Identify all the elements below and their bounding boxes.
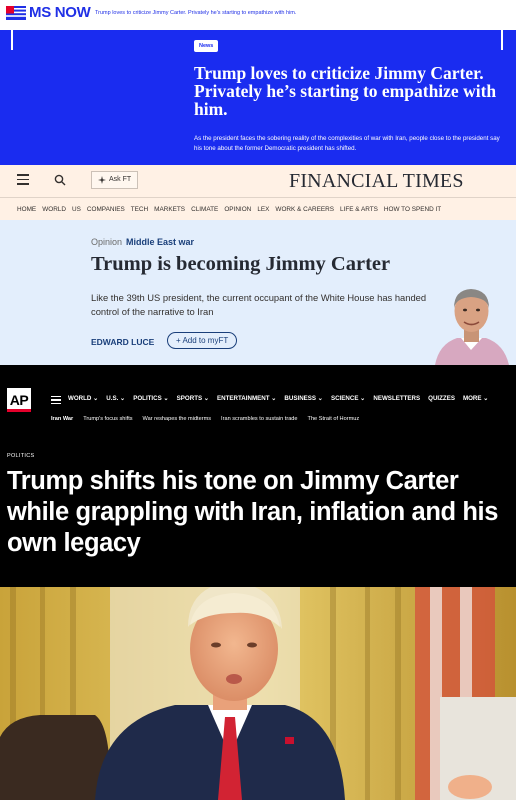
ft-nav-item-opinion[interactable]: OPINION	[224, 206, 251, 213]
msnow-logo[interactable]: MS NOW	[6, 4, 91, 21]
search-icon[interactable]	[54, 174, 66, 186]
ap-logo-accent	[7, 409, 31, 412]
portrait-illustration	[0, 587, 516, 800]
ap-topic-link[interactable]: The Strait of Hormuz	[308, 416, 360, 422]
ap-main-nav: WORLD ⌄ U.S. ⌄ POLITICS ⌄ SPORTS ⌄ ENTERTAIN…	[68, 395, 488, 402]
ap-nav-item-entertainment[interactable]: ENTERTAINMENT ⌄	[217, 395, 276, 402]
ap-topic-link[interactable]: Iran War	[51, 416, 73, 422]
ap-nav-item-politics[interactable]: POLITICS ⌄	[133, 395, 168, 402]
ft-article-card: Ask FT FINANCIAL TIMES HOME WORLD US COMPAN…	[0, 165, 516, 365]
ft-main-nav: HOME WORLD US COMPANIES TECH MARKETS CLIMATE OP…	[17, 206, 441, 213]
sparkle-icon	[98, 176, 106, 184]
hamburger-icon[interactable]	[51, 396, 61, 406]
msnow-logo-text: MS NOW	[29, 4, 91, 21]
ap-section-label[interactable]: POLITICS	[7, 453, 34, 459]
ap-topic-link[interactable]: Iran scrambles to sustain trade	[221, 416, 297, 422]
ask-ft-button[interactable]: Ask FT	[91, 171, 139, 189]
author-headshot	[427, 278, 516, 365]
ft-author-link[interactable]: EDWARD LUCE	[91, 337, 154, 347]
msnow-headline[interactable]: Trump loves to criticize Jimmy Carter. P…	[194, 64, 509, 118]
ft-headline[interactable]: Trump is becoming Jimmy Carter	[91, 253, 390, 276]
msnow-header-bar: MS NOW Trump loves to criticize Jimmy Ca…	[0, 0, 516, 30]
ft-masthead[interactable]: FINANCIAL TIMES	[289, 170, 464, 193]
divider	[501, 30, 503, 50]
ft-opinion-hero: Opinion Middle East war Trump is becoming…	[0, 220, 516, 365]
ap-nav-item-u-s[interactable]: U.S. ⌄	[106, 395, 125, 402]
msnow-hero: News Trump loves to criticize Jimmy Cart…	[0, 30, 516, 165]
ap-topic-nav: Iran War Trump's focus shifts War reshapes…	[51, 416, 359, 422]
ft-nav-item-lex[interactable]: LEX	[257, 206, 269, 213]
ft-standfirst: Like the 39th US president, the current …	[91, 292, 427, 317]
msnow-dek: As the president faces the sobering real…	[194, 135, 500, 152]
ft-nav-item-work-careers[interactable]: WORK & CAREERS	[275, 206, 334, 213]
ft-kicker: Opinion Middle East war	[91, 237, 194, 247]
ap-nav-item-quizzes[interactable]: QUIZZES	[428, 395, 455, 402]
msnow-article-card: MS NOW Trump loves to criticize Jimmy Ca…	[0, 0, 516, 165]
ap-nav-item-world[interactable]: WORLD ⌄	[68, 395, 98, 402]
ap-logo[interactable]: AP	[7, 388, 31, 412]
ft-nav-item-climate[interactable]: CLIMATE	[191, 206, 218, 213]
ap-nav-item-business[interactable]: BUSINESS ⌄	[284, 395, 323, 402]
ft-nav-item-markets[interactable]: MARKETS	[154, 206, 185, 213]
ap-headline[interactable]: Trump shifts his tone on Jimmy Carter wh…	[7, 466, 512, 559]
portrait-photo	[0, 587, 516, 800]
ft-header: Ask FT FINANCIAL TIMES HOME WORLD US COMPAN…	[0, 165, 516, 220]
ft-nav-item-tech[interactable]: TECH	[131, 206, 148, 213]
news-badge: News	[194, 40, 219, 52]
hamburger-icon[interactable]	[17, 174, 29, 186]
ap-article-card: AP WORLD ⌄ U.S. ⌄ POLITICS ⌄ SPORTS ⌄ ENTERT…	[0, 365, 516, 587]
ft-nav-item-home[interactable]: HOME	[17, 206, 36, 213]
flag-icon	[6, 5, 26, 20]
ft-nav-item-how-to-spend-it[interactable]: HOW TO SPEND IT	[384, 206, 441, 213]
ap-topic-link[interactable]: Trump's focus shifts	[83, 416, 132, 422]
ft-nav-item-us[interactable]: US	[72, 206, 81, 213]
ap-nav-item-more[interactable]: MORE ⌄	[463, 395, 488, 402]
ft-nav-item-companies[interactable]: COMPANIES	[87, 206, 125, 213]
divider	[0, 197, 516, 198]
ap-nav-item-newsletters[interactable]: NEWSLETTERS	[373, 395, 420, 402]
add-to-myft-button[interactable]: + Add to myFT	[167, 332, 238, 349]
ft-nav-item-world[interactable]: WORLD	[42, 206, 66, 213]
ft-kicker-topic[interactable]: Middle East war	[126, 237, 194, 247]
ap-logo-text: AP	[9, 392, 29, 408]
ft-kicker-opinion[interactable]: Opinion	[91, 237, 122, 247]
ap-nav-item-science[interactable]: SCIENCE ⌄	[331, 395, 365, 402]
ft-nav-item-life-arts[interactable]: LIFE & ARTS	[340, 206, 378, 213]
divider	[11, 30, 13, 50]
msnow-ticker[interactable]: Trump loves to criticize Jimmy Carter. P…	[95, 10, 296, 16]
ap-topic-link[interactable]: War reshapes the midterms	[143, 416, 212, 422]
ap-nav-item-sports[interactable]: SPORTS ⌄	[177, 395, 209, 402]
ask-ft-label: Ask FT	[109, 176, 132, 183]
